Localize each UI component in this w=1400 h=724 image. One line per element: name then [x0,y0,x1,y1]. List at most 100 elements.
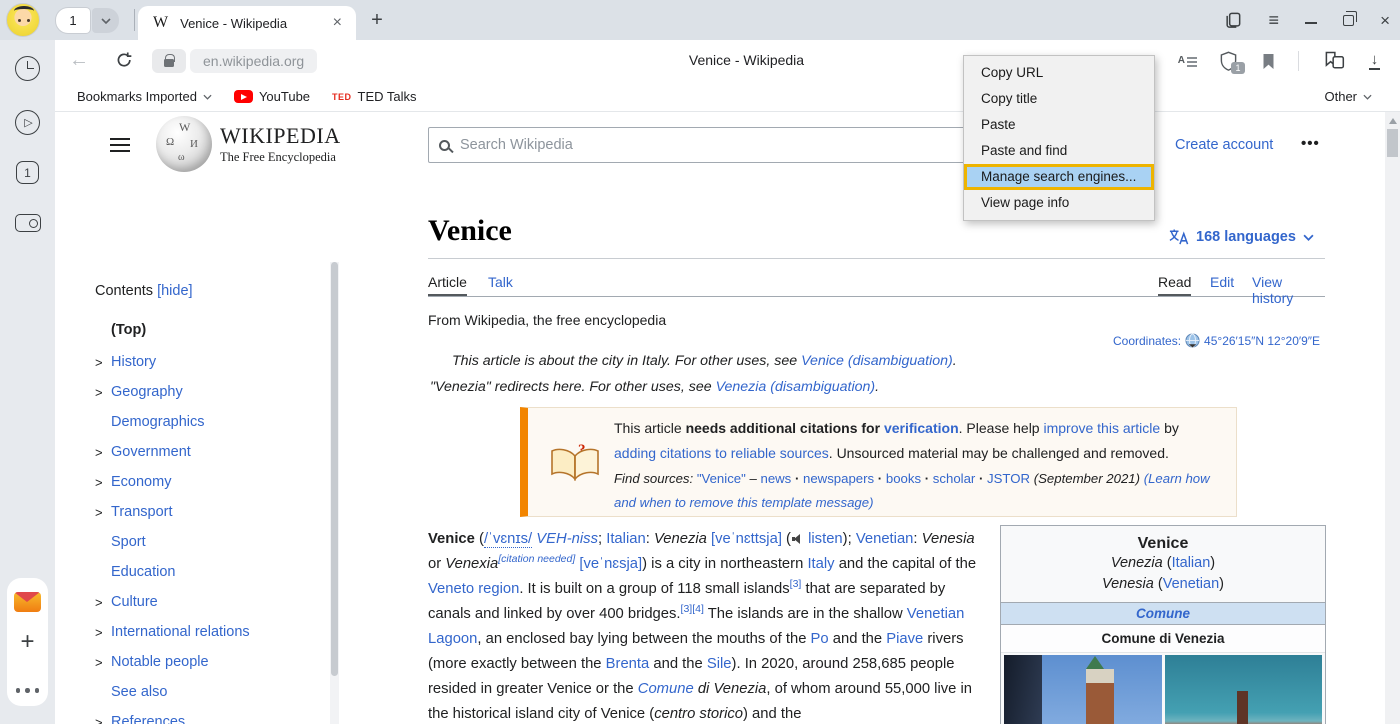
wikipedia-logo-globe[interactable]: WΩИω [156,116,212,172]
browser-menu-icon[interactable]: ≡ [1269,10,1280,31]
tab-group-chip[interactable]: 1 [56,8,119,33]
expand-chevron-icon[interactable]: > [95,625,111,640]
browser-titlebar: 1 W Venice - Wikipedia × + ≡ × [0,0,1400,40]
bookmark-icon[interactable] [1261,52,1276,71]
toc-item-top[interactable]: (Top) [111,322,325,338]
menu-item-copy-title[interactable]: Copy title [964,86,1154,112]
infobox-comune-band: Comune [1001,602,1325,625]
expand-chevron-icon[interactable]: > [95,505,111,520]
toc-item[interactable]: Demographics [95,407,325,437]
contents-header: Contents [hide] [95,283,325,299]
tab-close-icon[interactable]: × [329,13,346,33]
toc-item[interactable]: >Transport [95,497,325,527]
shield-badge: 1 [1231,62,1245,74]
reader-mode-icon[interactable]: A [1178,56,1197,66]
citation-message: This article needs additional citations … [614,416,1222,515]
photo-lagoon-aerial[interactable] [1165,655,1323,724]
menu-item-paste-and-find[interactable]: Paste and find [964,138,1154,164]
search-icon [439,140,450,151]
toc-scrollbar-thumb[interactable] [331,262,338,676]
expand-chevron-icon[interactable]: > [95,595,111,610]
scroll-up-arrow-icon[interactable] [1389,118,1397,124]
site-security-chip[interactable] [152,49,186,73]
tab-view-history[interactable]: View history [1252,274,1325,306]
page-scrollbar-thumb[interactable] [1387,129,1398,157]
address-bar[interactable]: en.wikipedia.org [190,49,317,73]
tab-talk[interactable]: Talk [488,274,513,290]
menu-item-manage-search-engines[interactable]: Manage search engines... [964,164,1154,190]
toc-scrollbar[interactable] [330,262,339,724]
collections-icon[interactable] [1321,50,1347,72]
expand-chevron-icon[interactable]: > [95,475,111,490]
toc-item[interactable]: >Government [95,437,325,467]
tab-read[interactable]: Read [1158,274,1191,296]
menu-item-view-page-info[interactable]: View page info [964,190,1154,216]
toc-item[interactable]: >Geography [95,377,325,407]
photo-campanile[interactable] [1004,655,1162,724]
toc-item[interactable]: >Culture [95,587,325,617]
menu-item-paste[interactable]: Paste [964,112,1154,138]
expand-chevron-icon[interactable]: > [95,355,111,370]
coordinates[interactable]: Coordinates: 45°26′15″N 12°20′9″E [1113,333,1320,348]
profile-avatar[interactable] [6,3,40,37]
chevron-down-icon [203,94,212,100]
lock-icon [164,59,174,67]
toc-item[interactable]: Sport [95,527,325,557]
bookmark-ted-talks[interactable]: TED TED Talks [332,89,417,104]
minimize-icon[interactable] [1305,22,1317,24]
tab-group-count[interactable]: 1 [56,8,90,33]
tab-edit[interactable]: Edit [1210,274,1234,290]
toolbar-divider [1298,51,1299,71]
browser-tab[interactable]: W Venice - Wikipedia × [138,6,356,40]
tab-group-chevron[interactable] [92,8,119,33]
wiki-more-menu-icon[interactable]: ••• [1301,135,1320,152]
history-clock-icon[interactable] [0,56,55,81]
new-tab-button[interactable]: + [364,7,390,33]
media-play-icon[interactable]: ▷ [0,110,55,135]
wikipedia-favicon: W [153,14,168,32]
languages-icon [1168,228,1189,246]
tab-panels-icon[interactable] [1223,10,1243,30]
table-of-contents: Contents [hide] (Top) >History >Geograph… [95,283,325,724]
youtube-icon [234,90,253,103]
hatnote-redirect: "Venezia" redirects here. For other uses… [430,379,879,395]
page-scrollbar[interactable] [1385,112,1400,724]
mail-app-icon[interactable] [14,592,41,612]
wiki-main-menu-icon[interactable] [110,138,130,152]
coordinates-value[interactable]: 45°26′15″N 12°20′9″E [1204,334,1320,348]
tab-title: Venice - Wikipedia [180,16,329,31]
protect-shield-icon[interactable]: 1 [1219,50,1239,72]
bookmarks-other-folder[interactable]: Other [1324,89,1372,104]
close-window-icon[interactable]: × [1380,12,1390,29]
maximize-icon[interactable] [1343,15,1354,26]
toc-item[interactable]: Education [95,557,325,587]
tab-counter-icon[interactable]: 1 [0,161,55,184]
toc-item[interactable]: >Notable people [95,647,325,677]
create-account-link[interactable]: Create account [1175,137,1273,153]
back-icon[interactable]: ← [69,49,89,72]
toc-item[interactable]: See also [95,677,325,707]
expand-chevron-icon[interactable]: > [95,385,111,400]
screenshot-camera-icon[interactable] [0,214,55,232]
bookmarks-imported-folder[interactable]: Bookmarks Imported [77,89,212,104]
wikipedia-wordmark[interactable]: WIKIPEDIA The Free Encyclopedia [220,123,341,165]
titlebar-divider [134,9,135,31]
coordinates-label[interactable]: Coordinates: [1113,334,1181,348]
toc-item[interactable]: >Economy [95,467,325,497]
expand-chevron-icon[interactable]: > [95,715,111,724]
toc-hide-link[interactable]: [hide] [157,283,192,299]
toc-item[interactable]: >International relations [95,617,325,647]
language-selector[interactable]: 168 languages [1168,228,1314,246]
tab-article[interactable]: Article [428,274,467,296]
expand-chevron-icon[interactable]: > [95,445,111,460]
sidebar-more-icon[interactable] [0,688,55,693]
expand-chevron-icon[interactable]: > [95,655,111,670]
add-app-icon[interactable]: + [20,630,34,654]
reload-icon[interactable] [115,51,134,75]
downloads-icon[interactable]: ↓ [1369,52,1380,70]
menu-item-copy-url[interactable]: Copy URL [964,60,1154,86]
toc-item[interactable]: >References [95,707,325,724]
bookmark-youtube[interactable]: YouTube [234,89,310,104]
toc-item[interactable]: >History [95,347,325,377]
article-tabs: Article Talk Read Edit View history [428,274,1325,297]
